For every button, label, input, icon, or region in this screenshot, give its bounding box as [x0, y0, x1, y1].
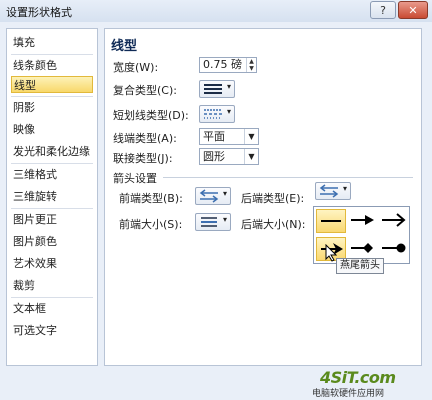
dash-type-label: 短划线类型(D): [113, 109, 189, 122]
end-type-label: 后端类型(E): [241, 192, 305, 205]
chevron-down-icon: ▾ [222, 189, 227, 198]
dash-type-dropdown[interactable]: ▾ [199, 105, 235, 123]
watermark-text: 电脑软硬件应用网 [312, 389, 385, 399]
help-icon: ? [380, 3, 386, 17]
sidebar-divider [11, 208, 93, 209]
sidebar-divider [11, 54, 93, 55]
width-label: 宽度(W): [113, 61, 159, 74]
open-arrow-end-icon [382, 213, 406, 227]
close-icon: ✕ [408, 3, 418, 17]
sidebar-item-glow[interactable]: 发光和柔化边缘 [11, 143, 93, 160]
join-type-value: 圆形 [203, 150, 225, 163]
oval-arrow-end-icon [382, 243, 406, 253]
arrow-type-icon [199, 189, 219, 203]
title-bar: 设置形状格式 ? ✕ [0, 0, 432, 23]
watermark: 4SiT.com 电脑软硬件应用网 [310, 368, 428, 399]
arrow-option-line[interactable] [316, 209, 346, 233]
compound-type-label: 复合类型(C): [113, 84, 177, 97]
join-type-label: 联接类型(J): [113, 152, 173, 165]
sidebar-divider [11, 163, 93, 164]
cap-type-label: 线端类型(A): [113, 132, 177, 145]
sidebar-item-3d-format[interactable]: 三维格式 [11, 166, 93, 183]
sidebar-item-shadow[interactable]: 阴影 [11, 99, 93, 116]
sidebar-item-picture-color[interactable]: 图片颜色 [11, 233, 93, 250]
arrow-end-icon [351, 215, 374, 225]
page-title: 线型 [111, 39, 138, 54]
width-spinner[interactable]: 0.75 磅 ▲ ▼ [199, 57, 257, 73]
help-button[interactable]: ? [370, 1, 396, 19]
compound-type-dropdown[interactable]: ▾ [199, 80, 235, 98]
section-divider [163, 177, 413, 178]
cap-type-value: 平面 [203, 130, 225, 143]
arrow-option-arrow[interactable] [347, 209, 377, 233]
line-end-icon [321, 220, 341, 222]
chevron-down-icon: ▾ [226, 82, 231, 91]
chevron-down-icon: ▾ [222, 215, 227, 224]
sidebar-item-crop[interactable]: 裁剪 [11, 277, 93, 294]
sidebar-item-line-style[interactable]: 线型 [11, 76, 93, 93]
sidebar-item-picture-corrections[interactable]: 图片更正 [11, 211, 93, 228]
arrow-settings-label: 箭头设置 [113, 172, 157, 185]
sidebar-divider [11, 96, 93, 97]
dash-lines-icon [204, 109, 222, 119]
sidebar-item-reflection[interactable]: 映像 [11, 121, 93, 138]
arrow-type-icon [319, 184, 339, 198]
begin-type-label: 前端类型(B): [119, 192, 183, 205]
sidebar-item-text-box[interactable]: 文本框 [11, 300, 93, 317]
arrow-size-icon [201, 217, 217, 227]
sidebar-divider [11, 297, 93, 298]
chevron-down-icon: ▾ [226, 107, 231, 116]
chevron-down-icon: ▾ [342, 184, 347, 193]
chevron-down-icon: ▼ [244, 129, 258, 144]
diamond-arrow-end-icon [351, 243, 373, 253]
sidebar-item-3d-rotation[interactable]: 三维旋转 [11, 188, 93, 205]
watermark-logo: 4SiT.com [320, 368, 396, 387]
join-type-select[interactable]: 圆形 ▼ [199, 148, 259, 165]
settings-panel: 线型 宽度(W): 0.75 磅 ▲ ▼ 复合类型(C): ▾ 短划线类型(D):… [104, 28, 422, 366]
compound-lines-icon [204, 84, 222, 94]
end-type-dropdown[interactable]: ▾ [315, 182, 351, 200]
sidebar-item-artistic-effects[interactable]: 艺术效果 [11, 255, 93, 272]
sidebar-item-line-color[interactable]: 线条颜色 [11, 57, 93, 74]
sidebar-item-alt-text[interactable]: 可选文字 [11, 322, 93, 339]
chevron-down-icon: ▼ [244, 149, 258, 164]
spinner-arrows-icon[interactable]: ▲ ▼ [246, 58, 256, 72]
end-size-label: 后端大小(N): [241, 218, 306, 231]
begin-type-dropdown[interactable]: ▾ [195, 187, 231, 205]
cap-type-select[interactable]: 平面 ▼ [199, 128, 259, 145]
begin-size-label: 前端大小(S): [119, 218, 183, 231]
begin-size-dropdown[interactable]: ▾ [195, 213, 231, 231]
close-button[interactable]: ✕ [398, 1, 428, 19]
arrow-tooltip: 燕尾箭头 [336, 258, 384, 274]
arrow-option-open-arrow[interactable] [378, 209, 408, 233]
window-title: 设置形状格式 [6, 6, 72, 19]
width-value: 0.75 磅 [203, 58, 242, 71]
category-sidebar: 填充 线条颜色 线型 阴影 映像 发光和柔化边缘 三维格式 三维旋转 图片更正 … [6, 28, 98, 366]
sidebar-item-fill[interactable]: 填充 [11, 34, 93, 51]
